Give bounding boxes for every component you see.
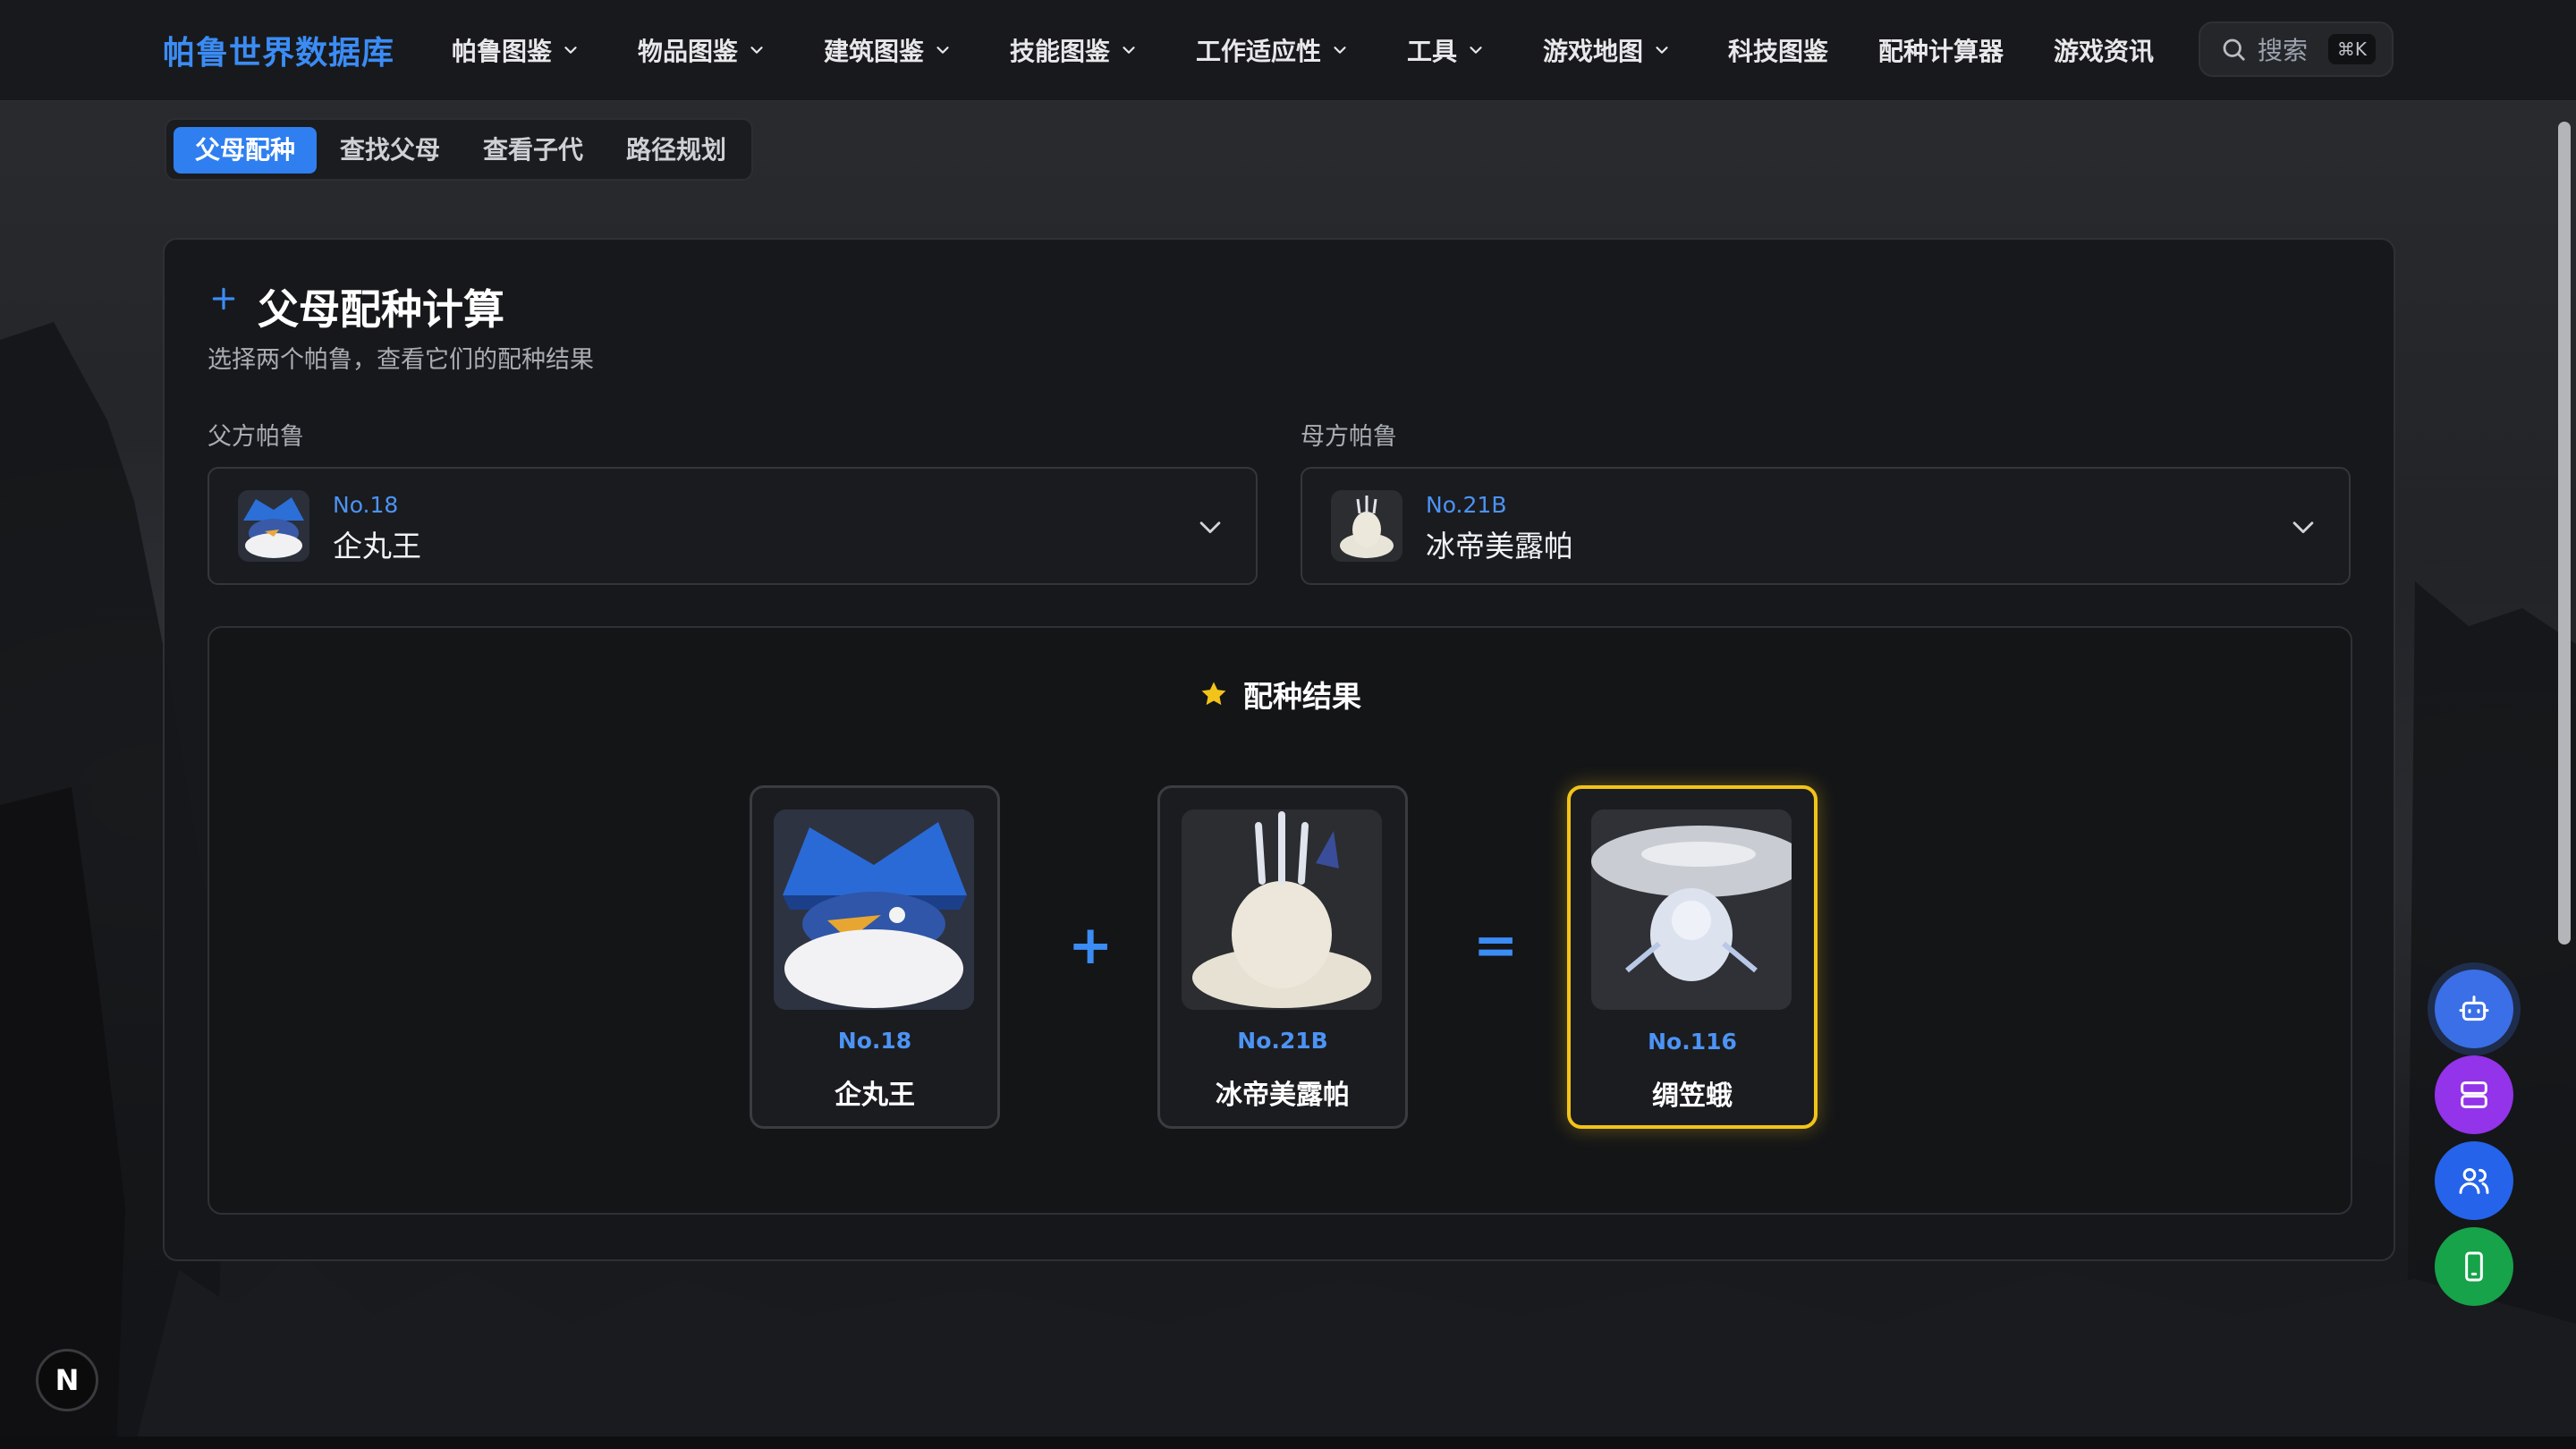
father-pal-number: No.18 [333,492,399,518]
result-heading: 配种结果 [209,673,2351,716]
nav-tech-dex[interactable]: 科技图鉴 [1728,32,1828,68]
nav-work-suitability[interactable]: 工作适应性 [1196,32,1350,68]
robot-icon [2459,996,2489,1021]
parent2-number: No.21B [1237,1028,1328,1054]
chevron-down-icon [1123,47,1135,54]
jormuntide-ignis-image [1182,809,1382,1010]
child-pal-image [1591,809,1792,1010]
nav-game-map[interactable]: 游戏地图 [1543,32,1672,68]
nav-tools[interactable]: 工具 [1407,32,1486,68]
plus-icon [212,287,235,310]
chevron-down-icon [750,47,763,54]
result-parent2-card[interactable]: No.21B 冰帝美露帕 [1157,785,1408,1129]
search-label: 搜索 [2258,36,2309,65]
server-icon [2461,1081,2487,1108]
penking-image [238,490,309,562]
breeding-calculator-panel: 父母配种计算 选择两个帕鲁，查看它们的配种结果 父方帕鲁 母方帕鲁 No.18 … [163,238,2395,1261]
jormuntide-ignis-image [1331,490,1402,562]
chevron-down-icon [1199,521,1221,534]
result-parent1-card[interactable]: No.18 企丸王 [750,785,1000,1129]
nav-label: 工具 [1407,37,1458,66]
tab-parent-breeding[interactable]: 父母配种 [174,127,317,174]
chevron-down-icon [936,47,949,54]
child-name: 绸笠蛾 [1652,1080,1733,1112]
chevron-down-icon [2292,521,2314,534]
nav-label: 建筑图鉴 [824,37,925,66]
mother-pal-number: No.21B [1426,492,1507,518]
father-label: 父方帕鲁 [208,423,304,451]
database-button[interactable] [2435,1055,2513,1134]
nav-skill-dex[interactable]: 技能图鉴 [1010,32,1139,68]
nav-label: 帕鲁图鉴 [452,37,553,66]
mother-pal-select[interactable]: No.21B 冰帝美露帕 [1301,467,2351,585]
top-navigation-bar: 帕鲁世界数据库 帕鲁图鉴 物品图鉴 建筑图鉴 技能图鉴 工作适应性 工具 游戏地… [0,0,2576,102]
search-button[interactable]: 搜索 ⌘K [2199,21,2394,77]
parent1-name: 企丸王 [835,1080,915,1111]
tab-find-parents[interactable]: 查找父母 [318,127,462,174]
search-icon [2223,38,2245,61]
plus-operator: + [1068,914,1114,977]
nav-pal-dex[interactable]: 帕鲁图鉴 [452,32,580,68]
tab-view-offspring[interactable]: 查看子代 [462,127,605,174]
bottom-edge-bar [0,1436,2576,1449]
nav-label: 游戏地图 [1543,37,1644,66]
mother-pal-name: 冰帝美露帕 [1426,529,1573,564]
nav-label: 游戏资讯 [2054,37,2155,66]
panel-subtitle: 选择两个帕鲁，查看它们的配种结果 [208,346,594,374]
nav-building-dex[interactable]: 建筑图鉴 [824,32,953,68]
result-child-card[interactable]: No.116 绸笠蛾 [1567,785,1818,1129]
child-image [1591,809,1792,1010]
nav-label: 工作适应性 [1196,37,1322,66]
search-shortcut-badge: ⌘K [2327,34,2376,64]
parent2-image [1182,809,1382,1010]
child-number: No.116 [1648,1029,1737,1055]
mother-pal-thumbnail [1331,490,1402,562]
chevron-down-icon [1470,47,1482,54]
chevron-down-icon [1656,47,1668,54]
mobile-icon [2465,1251,2483,1282]
community-button[interactable] [2435,1141,2513,1220]
users-icon [2459,1168,2489,1194]
nav-label: 配种计算器 [1878,37,2004,66]
father-pal-name: 企丸王 [333,529,421,564]
breeding-mode-tabs: 父母配种 查找父母 查看子代 路径规划 [165,118,753,181]
nav-item-dex[interactable]: 物品图鉴 [638,32,767,68]
father-pal-thumbnail [238,490,309,562]
equals-operator: = [1473,914,1519,977]
nav-label: 科技图鉴 [1728,37,1829,66]
parent1-image [774,809,974,1010]
nav-breeding-calculator[interactable]: 配种计算器 [1878,32,2004,68]
page-scrollbar[interactable] [2558,122,2571,945]
chevron-down-icon [564,47,577,54]
panel-title: 父母配种计算 [258,285,504,334]
ai-assistant-button[interactable] [2435,970,2513,1048]
chevron-down-icon [1334,47,1346,54]
star-icon [1201,682,1226,706]
nav-game-news[interactable]: 游戏资讯 [2054,32,2154,68]
result-heading-text: 配种结果 [1243,679,1361,714]
parent1-number: No.18 [837,1028,912,1054]
nav-label: 技能图鉴 [1010,37,1111,66]
penking-image [774,809,974,1010]
parent2-name: 冰帝美露帕 [1216,1080,1350,1111]
n-badge-button[interactable]: N [36,1349,98,1411]
tab-path-planning[interactable]: 路径规划 [605,127,748,174]
father-pal-select[interactable]: No.18 企丸王 [208,467,1258,585]
mobile-app-button[interactable] [2435,1227,2513,1306]
site-logo[interactable]: 帕鲁世界数据库 [163,27,394,73]
nav-label: 物品图鉴 [638,37,739,66]
mother-label: 母方帕鲁 [1301,423,1397,451]
breeding-result-box: 配种结果 No.18 企丸王 + No.21B 冰帝美露帕 = No.116 绸… [208,626,2352,1215]
